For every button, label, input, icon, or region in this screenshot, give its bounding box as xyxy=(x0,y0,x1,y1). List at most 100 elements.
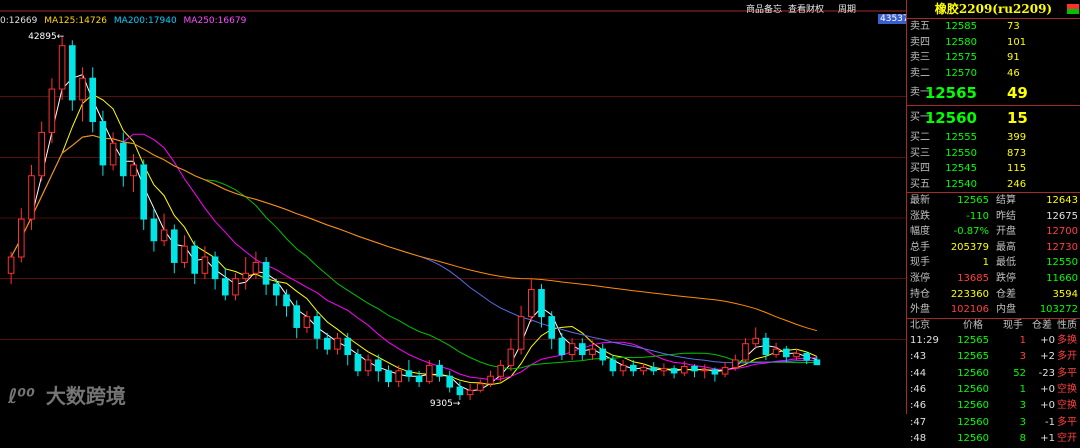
candle-body xyxy=(589,348,596,356)
tick-nature: 多平 xyxy=(1057,416,1077,428)
tick-row[interactable]: :46 12560 3 +0 空换 xyxy=(907,398,1080,414)
stat-label: 内盘 xyxy=(996,304,1016,316)
tick-price: 12560 xyxy=(957,400,989,412)
title-color-bar-icon xyxy=(1067,4,1079,14)
candle-body xyxy=(364,359,372,372)
bid-row: 买四 12545 115 xyxy=(907,161,1080,177)
tick-qty: 3 xyxy=(1019,400,1026,412)
stat-label: 幅度 xyxy=(910,226,930,238)
ticks-header-nature: 性质 xyxy=(1057,319,1077,331)
candle-body xyxy=(425,364,433,383)
candle-body xyxy=(476,383,484,391)
tick-time: :46 xyxy=(910,383,927,395)
candle-body xyxy=(456,386,464,396)
ask-volume: 73 xyxy=(1007,21,1020,32)
high-price-label: 42895← xyxy=(28,32,65,42)
kline-chart[interactable]: 42895← 9305→ 0:12669 MA125:14726 MA200:17… xyxy=(0,0,911,414)
tick-oi-change: -23 xyxy=(1038,367,1055,379)
ma-legend-ma1: 0:12669 xyxy=(0,16,38,26)
candle-body xyxy=(201,256,209,274)
tick-oi-change: +1 xyxy=(1040,433,1055,445)
ask-row: 卖一 12565 49 xyxy=(907,81,1080,105)
candle-body xyxy=(395,370,403,383)
stat-row: 外盘 102106 内盘 103272 xyxy=(907,302,1080,318)
ma-legend: 0:12669 MA125:14726 MA200:17940 MA250:16… xyxy=(0,16,250,26)
candle-body xyxy=(385,370,392,383)
ticks-header-oi: 仓差 xyxy=(1032,319,1052,331)
low-price-label: 9305→ xyxy=(430,399,461,409)
candle-body xyxy=(232,278,239,296)
tick-qty: 3 xyxy=(1019,416,1026,428)
candle-body xyxy=(38,131,46,177)
candle-body xyxy=(680,365,688,374)
candle-body xyxy=(507,348,515,366)
candle-body xyxy=(130,164,137,177)
candle-body xyxy=(283,294,290,307)
ask-label: 卖五 xyxy=(910,21,930,32)
stat-value: 12730 xyxy=(1046,241,1078,253)
candle-body xyxy=(252,261,260,274)
tick-row[interactable]: :48 12560 8 +1 空开 xyxy=(907,431,1080,447)
candle-body xyxy=(538,289,545,318)
tick-list[interactable]: 11:29 12565 1 +0 多换:43 12565 3 +2 多开:44 12560 52 -2… xyxy=(907,333,1080,448)
stat-label: 持仓 xyxy=(910,288,930,300)
contract-title: 橡胶2209(ru2209) xyxy=(907,0,1080,19)
moving-average-lines xyxy=(10,73,818,392)
bid-volume: 399 xyxy=(1007,132,1027,143)
candle-body xyxy=(374,359,382,372)
tick-nature: 空换 xyxy=(1057,383,1077,395)
candle-body xyxy=(140,164,148,220)
candle-body xyxy=(629,364,637,372)
stat-label: 外盘 xyxy=(910,304,930,316)
candle-body xyxy=(466,389,474,396)
bid-volume: 15 xyxy=(1007,109,1028,127)
stat-label: 最低 xyxy=(996,257,1016,269)
candle-body xyxy=(334,337,341,350)
candle-body xyxy=(772,348,780,356)
stat-label: 昨结 xyxy=(996,210,1016,222)
watermark: ℓ⁰⁰ 大数跨境 xyxy=(8,380,126,409)
tick-row[interactable]: :44 12560 52 -23 多平 xyxy=(907,366,1080,382)
candle-body xyxy=(221,278,229,296)
period-link[interactable]: 周期 xyxy=(838,2,856,15)
stat-value: 12700 xyxy=(1046,226,1078,238)
tick-qty: 52 xyxy=(1013,367,1026,379)
candle-body xyxy=(17,218,25,258)
tick-time: :47 xyxy=(910,416,927,428)
tick-row[interactable]: :43 12565 3 +2 多开 xyxy=(907,349,1080,365)
ticks-header-price: 价格 xyxy=(963,319,983,331)
bid-price: 12550 xyxy=(945,147,977,159)
candle-body xyxy=(150,218,158,242)
ask-row: 卖五 12585 73 xyxy=(907,19,1080,35)
tick-price: 12565 xyxy=(957,334,989,346)
candle-body xyxy=(793,352,800,358)
view-rights-link[interactable]: 查看财权 xyxy=(788,2,824,15)
candle-body xyxy=(242,272,250,280)
candle-body xyxy=(650,367,658,372)
tick-row[interactable]: :47 12560 3 -1 多平 xyxy=(907,415,1080,431)
tick-row[interactable]: :46 12560 1 +0 空换 xyxy=(907,382,1080,398)
candle-body xyxy=(181,245,188,263)
tick-time: 11:29 xyxy=(910,334,939,346)
stat-label: 最高 xyxy=(996,241,1016,253)
kline-svg[interactable]: 42895← 9305→ xyxy=(0,0,906,414)
tick-time: :48 xyxy=(910,433,927,445)
commodity-memo-link[interactable]: 商品备忘 xyxy=(746,2,782,15)
ma-legend-ma200: MA200:17940 xyxy=(113,16,177,26)
ticks-header-loc: 北京 xyxy=(910,319,930,331)
candle-body xyxy=(782,348,790,358)
tick-oi-change: +0 xyxy=(1040,334,1055,346)
tick-nature: 空换 xyxy=(1057,400,1077,412)
watermark-logo-icon: ℓ⁰⁰ xyxy=(8,384,35,408)
bid-label: 买二 xyxy=(910,132,930,143)
bid-price: 12555 xyxy=(945,132,977,143)
tick-oi-change: -1 xyxy=(1045,416,1055,428)
stat-row: 幅度 -0.87% 开盘 12700 xyxy=(907,224,1080,240)
bid-row: 买一 12560 15 xyxy=(907,106,1080,130)
stat-label: 现手 xyxy=(910,257,930,269)
tick-time: :46 xyxy=(910,400,927,412)
tick-row[interactable]: 11:29 12565 1 +0 多换 xyxy=(907,333,1080,349)
ask-volume: 91 xyxy=(1007,52,1020,63)
candle-body xyxy=(517,316,525,350)
candle-body xyxy=(303,316,311,328)
